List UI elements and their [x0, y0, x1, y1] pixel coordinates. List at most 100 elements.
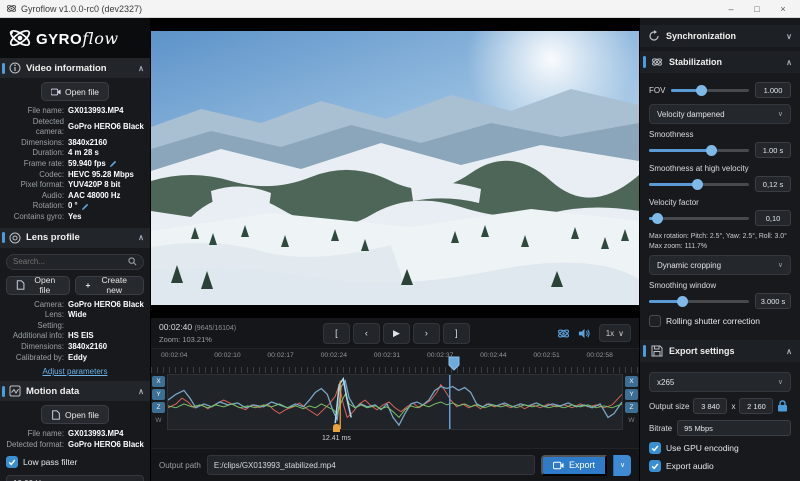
- axis-toggle-w-right[interactable]: W: [625, 415, 638, 426]
- stabilization-preview-icon[interactable]: [557, 327, 570, 340]
- panel-title: Export settings: [669, 346, 735, 356]
- output-path-input[interactable]: [207, 455, 535, 475]
- gyro-graph[interactable]: [167, 374, 623, 430]
- axis-toggle-y[interactable]: Y: [152, 389, 165, 400]
- gyroflow-window: Gyroflow v1.0.0-rc0 (dev2327) – □ × GYRO…: [0, 0, 800, 481]
- play-button[interactable]: ▶: [383, 323, 410, 344]
- axis-toggle-x-right[interactable]: X: [625, 376, 638, 387]
- open-motion-file-button[interactable]: Open file: [41, 405, 109, 424]
- smoothness-hv-label: Smoothness at high velocity: [649, 164, 791, 173]
- velocity-factor-slider[interactable]: [649, 212, 749, 225]
- fov-label: FOV: [649, 86, 665, 95]
- low-pass-frequency-input[interactable]: [6, 475, 144, 481]
- info-row: Setting:: [6, 321, 144, 332]
- fov-value[interactable]: [755, 82, 791, 98]
- chevron-down-icon: ∨: [778, 378, 783, 386]
- timeline-ruler[interactable]: 00:02:04 00:02:10 00:02:17 00:02:24 00:0…: [151, 348, 639, 374]
- tick-label: 00:02:10: [214, 352, 240, 359]
- maximize-icon[interactable]: □: [744, 1, 770, 17]
- app-icon: [6, 3, 17, 14]
- panel-header-synchronization[interactable]: Synchronization ∨: [640, 25, 800, 47]
- titlebar: Gyroflow v1.0.0-rc0 (dev2327) – □ ×: [0, 0, 800, 18]
- info-row: Camera:GoPro HERO6 Black: [6, 300, 144, 311]
- lens-profile-body: Open file + Create new Camera:GoPro HERO…: [0, 248, 150, 382]
- info-icon: [9, 62, 21, 74]
- lens-search-input[interactable]: [13, 257, 128, 266]
- video-camera-icon: [51, 87, 61, 97]
- smoothing-method-dropdown[interactable]: Velocity dampened ∨: [649, 104, 791, 124]
- export-options-chevron[interactable]: ∨: [613, 455, 631, 476]
- accent-bar: [643, 56, 646, 68]
- video-information-body: Open file File name:GX013993.MP4 Detecte…: [0, 78, 150, 228]
- export-audio-checkbox[interactable]: [649, 460, 661, 472]
- axis-toggle-y-right[interactable]: Y: [625, 389, 638, 400]
- smoothing-window-value[interactable]: [755, 293, 791, 309]
- codec-dropdown[interactable]: x265 ∨: [649, 372, 791, 392]
- chevron-up-icon: ∧: [138, 387, 144, 396]
- lock-ratio-icon[interactable]: [777, 400, 788, 412]
- panel-header-motion-data[interactable]: Motion data ∧: [0, 381, 150, 401]
- axis-toggle-z-right[interactable]: Z: [625, 402, 638, 413]
- close-icon[interactable]: ×: [770, 1, 796, 17]
- gpu-encoding-checkbox[interactable]: [649, 442, 661, 454]
- export-button[interactable]: Export: [541, 455, 607, 476]
- open-video-file-button[interactable]: Open file: [41, 82, 109, 101]
- save-icon: [651, 345, 663, 357]
- bitrate-input[interactable]: [677, 420, 791, 436]
- panel-header-export-settings[interactable]: Export settings ∧: [640, 340, 800, 362]
- smoothness-hv-slider[interactable]: [649, 178, 749, 191]
- video-preview[interactable]: [151, 18, 639, 318]
- sync-point-handle[interactable]: [332, 423, 341, 433]
- volume-icon[interactable]: [578, 327, 591, 340]
- axis-toggle-x[interactable]: X: [152, 376, 165, 387]
- create-new-lens-button[interactable]: + Create new: [75, 276, 144, 295]
- smoothness-value[interactable]: [755, 142, 791, 158]
- fov-slider[interactable]: [671, 84, 749, 97]
- cropping-mode-dropdown[interactable]: Dynamic cropping ∨: [649, 255, 791, 275]
- jump-end-button[interactable]: ]: [443, 323, 470, 344]
- jump-start-button[interactable]: [: [323, 323, 350, 344]
- chevron-up-icon: ∧: [786, 58, 792, 67]
- prev-frame-button[interactable]: ‹: [353, 323, 380, 344]
- axis-toggle-w[interactable]: W: [152, 415, 165, 426]
- output-size-label: Output size: [649, 402, 689, 411]
- smoothing-window-slider[interactable]: [649, 295, 749, 308]
- axis-toggle-z[interactable]: Z: [152, 402, 165, 413]
- minimize-icon[interactable]: –: [718, 1, 744, 17]
- accent-bar: [2, 232, 5, 243]
- adjust-parameters-link[interactable]: Adjust parameters: [6, 367, 144, 376]
- playhead-handle[interactable]: [448, 356, 460, 371]
- playback-speed-dropdown[interactable]: 1x ∨: [599, 324, 631, 342]
- check-icon: [651, 462, 659, 470]
- panel-header-lens-profile[interactable]: Lens profile ∧: [0, 228, 150, 248]
- accent-bar: [643, 345, 646, 357]
- panel-header-video-information[interactable]: Video information ∧: [0, 58, 150, 78]
- gyro-timeline[interactable]: X Y Z W X Y Z W: [151, 374, 639, 448]
- velocity-factor-label: Velocity factor: [649, 198, 791, 207]
- left-sidebar: GYROflow Video information ∧ Open file: [0, 18, 151, 481]
- next-frame-button[interactable]: ›: [413, 323, 440, 344]
- edit-icon[interactable]: [81, 203, 89, 211]
- file-icon: [51, 410, 61, 420]
- panel-header-stabilization[interactable]: Stabilization ∧: [640, 51, 800, 73]
- tick-label: 00:02:58: [587, 352, 613, 359]
- smoothness-slider[interactable]: [649, 144, 749, 157]
- chevron-down-icon: ∨: [618, 329, 624, 338]
- lens-search[interactable]: [6, 254, 144, 270]
- low-pass-filter-checkbox[interactable]: [6, 456, 18, 468]
- output-width-input[interactable]: [693, 398, 727, 414]
- max-zoom-text: Max zoom: 111.7%: [649, 243, 707, 250]
- logo-flow: flow: [82, 29, 118, 48]
- smoothness-hv-value[interactable]: [755, 176, 791, 192]
- output-bar: Output path Export ∨: [151, 448, 639, 481]
- gyro-curves: [168, 375, 622, 429]
- edit-icon[interactable]: [109, 160, 117, 168]
- low-pass-filter-label: Low pass filter: [23, 457, 77, 467]
- chevron-down-icon: ∨: [786, 32, 792, 41]
- velocity-factor-value[interactable]: [755, 210, 791, 226]
- output-height-input[interactable]: [739, 398, 773, 414]
- rolling-shutter-checkbox[interactable]: [649, 315, 661, 327]
- open-lens-file-button[interactable]: Open file: [6, 276, 70, 295]
- window-title: Gyroflow v1.0.0-rc0 (dev2327): [21, 4, 142, 14]
- stabilization-icon: [651, 56, 663, 68]
